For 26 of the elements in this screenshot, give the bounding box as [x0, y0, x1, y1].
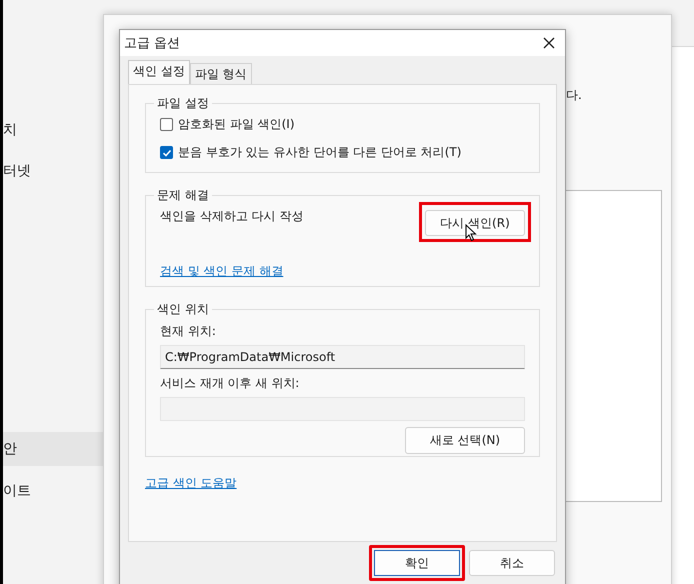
checkbox[interactable] [160, 118, 173, 131]
group-title: 색인 위치 [156, 301, 210, 318]
sidebar-item[interactable]: 이트 [3, 474, 103, 508]
group-title: 파일 설정 [156, 95, 210, 112]
description-text: 색인을 삭제하고 다시 작성 [160, 208, 304, 225]
dialog-button[interactable]: 취소 [469, 550, 555, 576]
dialog-button[interactable]: 확인 [369, 545, 465, 581]
group-title: 문제 해결 [156, 187, 210, 204]
close-icon[interactable] [543, 37, 555, 49]
location-field[interactable]: C:₩ProgramData₩Microsoft [160, 345, 525, 369]
checkbox-label: 암호화된 파일 색인(I) [178, 116, 295, 133]
sidebar-item[interactable]: 안 [3, 432, 103, 466]
checkbox[interactable] [160, 146, 173, 159]
sidebar-item[interactable]: 터넷 [3, 154, 103, 188]
select-button[interactable]: 새로 선택(N) [405, 427, 525, 454]
troubleshoot-link[interactable]: 검색 및 색인 문제 해결 [160, 263, 284, 280]
tab[interactable]: 파일 형식 [190, 63, 252, 84]
description-text: 다. [566, 87, 582, 104]
field-label: 서비스 재개 이후 새 위치: [160, 375, 300, 392]
field-label: 현재 위치: [160, 323, 217, 340]
checkbox-label: 분음 부호가 있는 유사한 단어를 다른 단어로 처리(T) [178, 144, 462, 161]
help-link[interactable]: 고급 색인 도움말 [145, 475, 237, 492]
tab[interactable]: 색인 설정 [128, 60, 190, 84]
sidebar-item[interactable]: 치 [3, 113, 103, 147]
window-title: 고급 옵션 [124, 35, 180, 52]
reindex-button[interactable]: 다시 색인(R) [425, 210, 525, 236]
